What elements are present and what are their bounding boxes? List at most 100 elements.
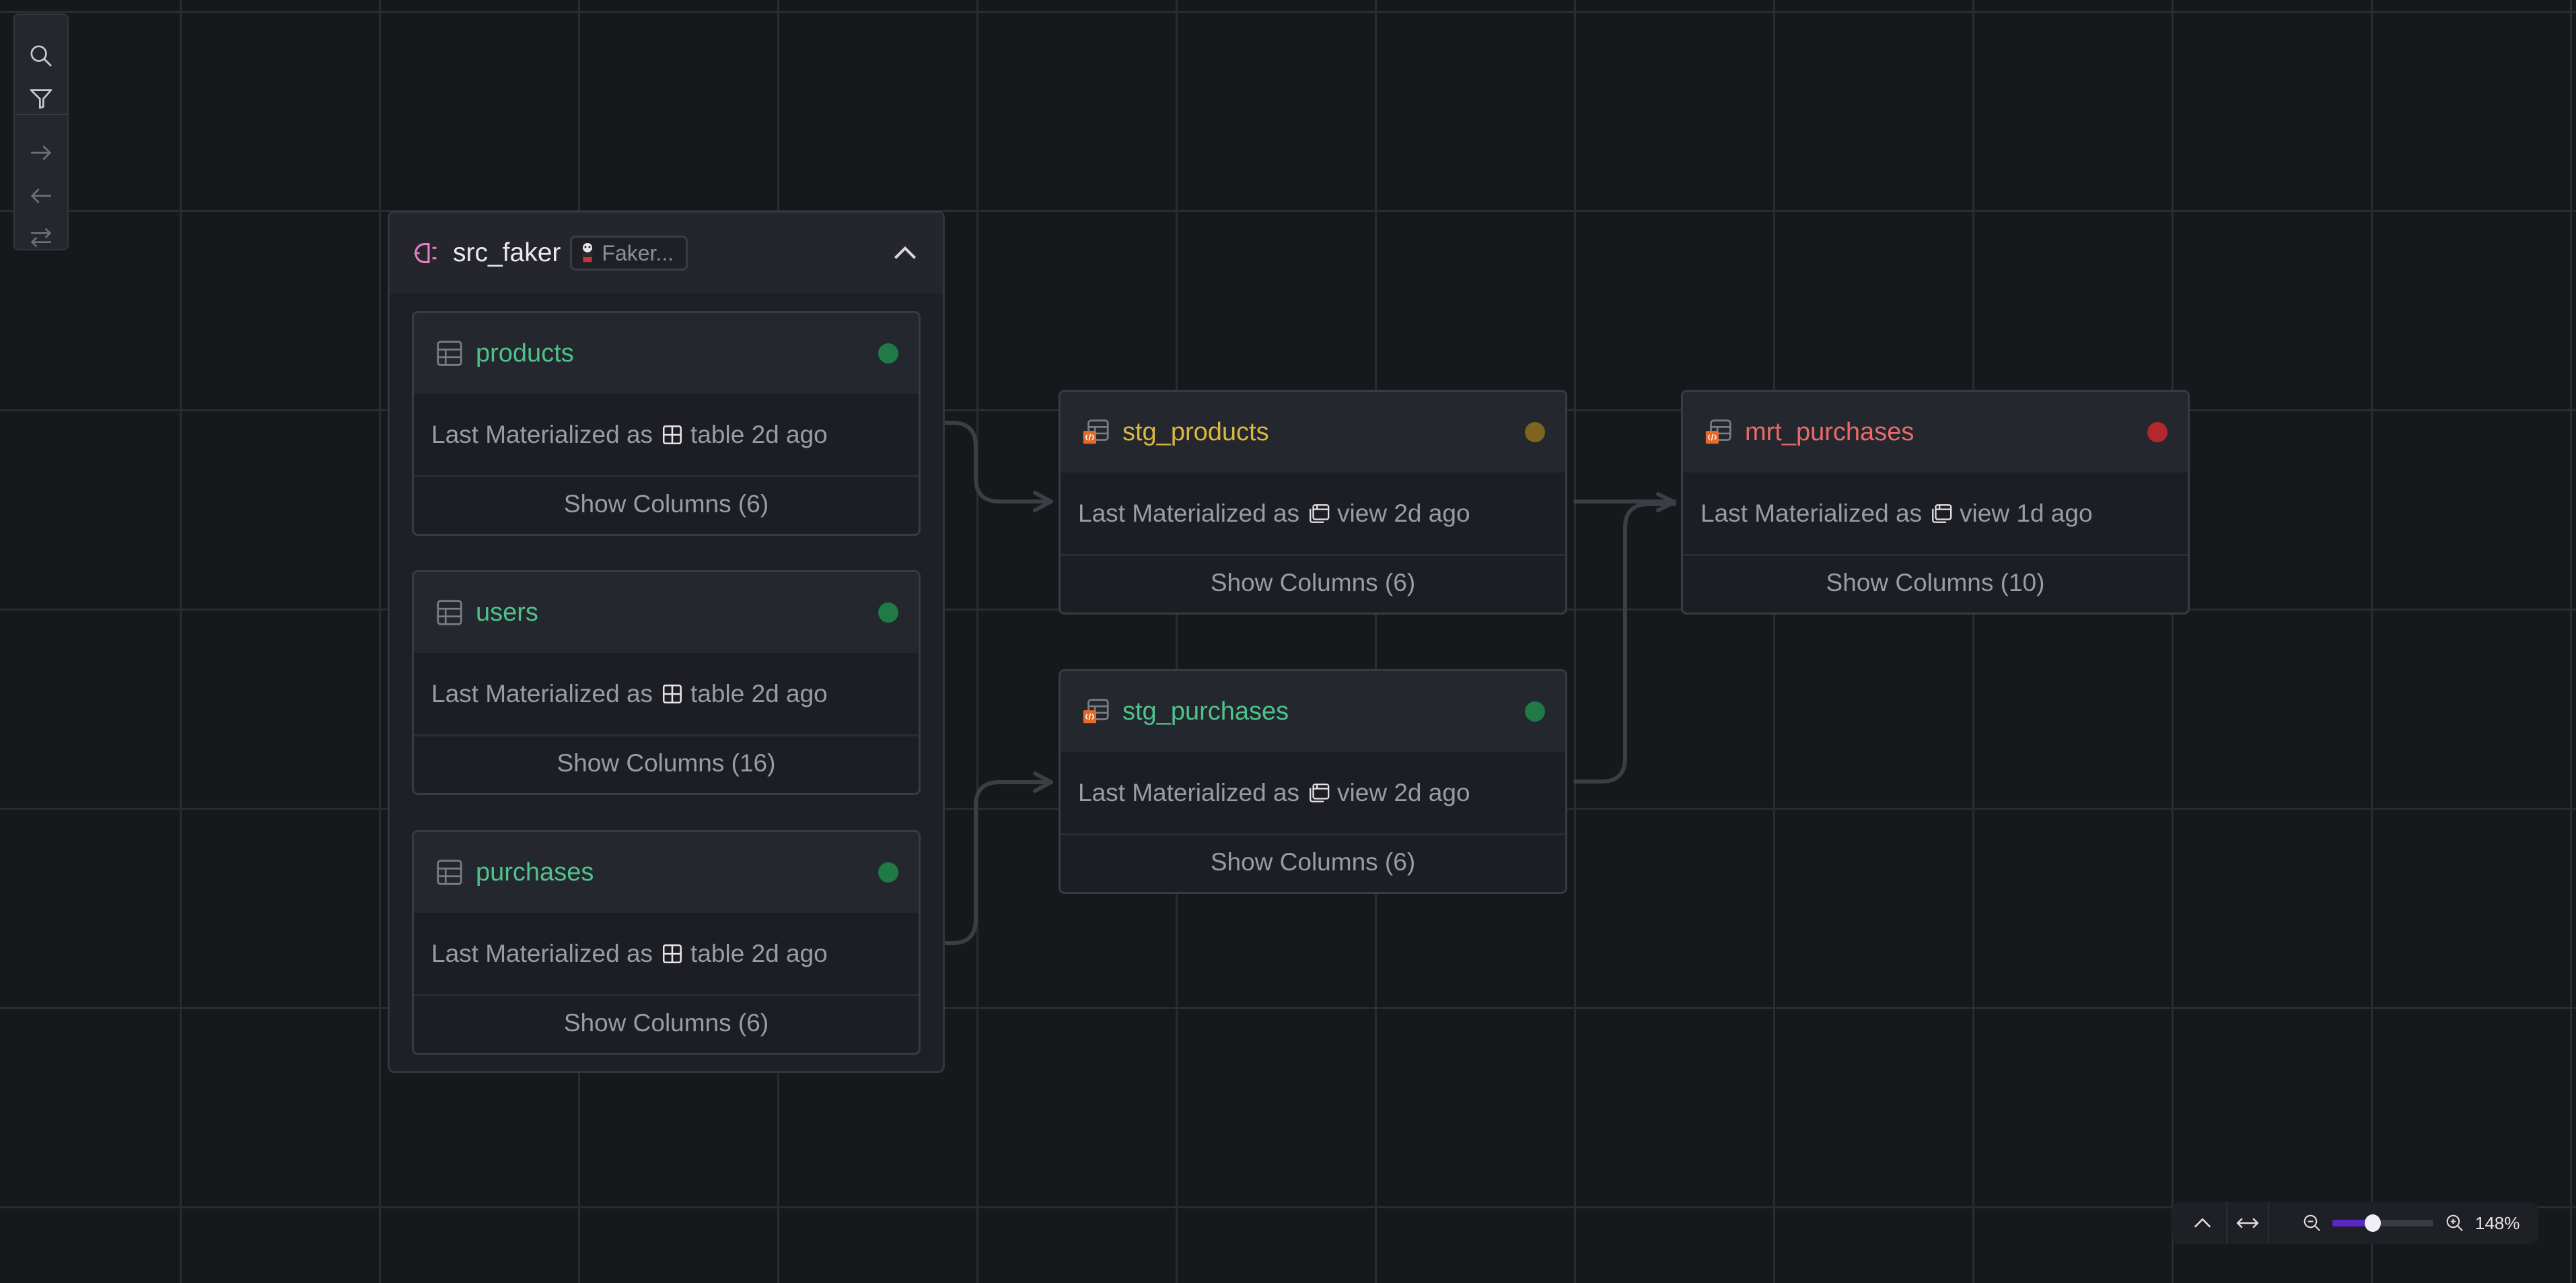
- table-icon: [434, 597, 465, 628]
- materialization-time: 2d ago: [751, 679, 828, 707]
- collapse-all-button[interactable]: [2179, 1202, 2226, 1244]
- node-title: purchases: [476, 858, 594, 887]
- node-title: stg_purchases: [1122, 697, 1289, 726]
- magic-hat-icon: [582, 243, 594, 263]
- node-header[interactable]: users: [414, 572, 919, 653]
- node-products[interactable]: products Last Materialized as table 2d a…: [412, 311, 921, 536]
- table-grid-icon: [663, 684, 682, 703]
- materialization-info: Last Materialized as table 2d ago: [414, 394, 919, 477]
- status-indicator-success: [878, 343, 898, 363]
- table-grid-icon: [661, 683, 684, 705]
- materialization-type: table: [690, 420, 745, 448]
- show-columns-label: Show Columns (10): [1826, 569, 2045, 596]
- status-indicator-success: [878, 862, 898, 882]
- model-icon: [1703, 417, 1734, 448]
- show-columns-label: Show Columns (6): [1210, 569, 1416, 596]
- node-header[interactable]: products: [414, 313, 919, 394]
- zoom-level-label: 148%: [2475, 1213, 2520, 1233]
- node-header[interactable]: stg_purchases: [1061, 671, 1565, 752]
- status-indicator-error: [2147, 422, 2168, 442]
- chevron-up-icon: [894, 246, 917, 259]
- canvas-controls: 148%: [2172, 1202, 2538, 1244]
- node-header[interactable]: purchases: [414, 832, 919, 913]
- materialization-time: 1d ago: [2016, 499, 2093, 527]
- node-title: mrt_purchases: [1745, 417, 1915, 446]
- arrow-left-icon: [30, 188, 51, 203]
- show-columns-button[interactable]: Show Columns (6): [414, 994, 919, 1053]
- view-window-icon: [1310, 783, 1330, 802]
- view-window-icon: [1308, 502, 1330, 525]
- node-stg_products[interactable]: stg_products Last Materialized as view 2…: [1059, 390, 1567, 615]
- table-icon: [434, 857, 465, 888]
- node-header[interactable]: mrt_purchases: [1683, 392, 2188, 473]
- source-type-label: Faker...: [602, 240, 674, 265]
- materialization-type: table: [690, 939, 745, 967]
- source-connector-icon: [414, 243, 437, 263]
- status-indicator-success: [878, 602, 898, 623]
- materialization-type: table: [690, 679, 745, 707]
- show-columns-label: Show Columns (16): [557, 749, 776, 777]
- materialization-prefix: Last Materialized as: [1701, 499, 1923, 527]
- zoom-slider-thumb[interactable]: [2365, 1214, 2381, 1232]
- materialization-info: Last Materialized as view 2d ago: [1061, 752, 1565, 835]
- materialization-type: view: [1337, 778, 1388, 806]
- materialization-prefix: Last Materialized as: [1078, 499, 1300, 527]
- collapse-group-button[interactable]: [886, 234, 924, 272]
- expand-both-button[interactable]: [15, 217, 67, 258]
- toolbar-divider: [15, 114, 67, 115]
- show-columns-button[interactable]: Show Columns (16): [414, 734, 919, 793]
- show-columns-label: Show Columns (6): [1210, 848, 1416, 876]
- materialization-info: Last Materialized as view 2d ago: [1061, 473, 1565, 556]
- zoom-in-button[interactable]: [2440, 1202, 2470, 1244]
- node-purchases[interactable]: purchases Last Materialized as table 2d …: [412, 830, 921, 1055]
- table-grid-icon: [661, 942, 684, 965]
- fit-width-icon: [2236, 1218, 2259, 1228]
- expand-downstream-button[interactable]: [15, 132, 67, 174]
- filter-icon: [30, 89, 52, 109]
- model-icon: [1081, 417, 1112, 448]
- materialization-prefix: Last Materialized as: [431, 420, 653, 448]
- materialization-type: view: [1337, 499, 1388, 527]
- model-icon: [1081, 696, 1112, 727]
- status-indicator-success: [1525, 701, 1545, 722]
- node-header[interactable]: stg_products: [1061, 392, 1565, 473]
- node-title: products: [476, 339, 574, 368]
- show-columns-label: Show Columns (6): [563, 490, 769, 518]
- zoom-out-button[interactable]: [2297, 1202, 2327, 1244]
- search-button[interactable]: [15, 35, 67, 77]
- arrows-exchange-icon: [30, 228, 52, 248]
- fit-view-button[interactable]: [2227, 1202, 2268, 1244]
- materialization-time: 2d ago: [751, 420, 828, 448]
- status-indicator-warning: [1525, 422, 1545, 442]
- materialization-type: view: [1960, 499, 2010, 527]
- zoom-slider[interactable]: [2332, 1214, 2433, 1232]
- controls-divider: [2268, 1202, 2269, 1244]
- zoom-out-icon: [2303, 1214, 2321, 1232]
- chevron-up-icon: [2194, 1218, 2211, 1228]
- expand-upstream-button[interactable]: [15, 175, 67, 217]
- show-columns-button[interactable]: Show Columns (10): [1683, 553, 2188, 613]
- show-columns-button[interactable]: Show Columns (6): [414, 475, 919, 534]
- zoom-in-icon: [2446, 1214, 2464, 1232]
- view-window-icon: [1932, 504, 1952, 523]
- node-mrt_purchases[interactable]: mrt_purchases Last Materialized as view …: [1681, 390, 2190, 615]
- materialization-time: 2d ago: [1394, 499, 1470, 527]
- search-icon: [30, 45, 52, 67]
- table-grid-icon: [663, 944, 682, 963]
- node-users[interactable]: users Last Materialized as table 2d ago …: [412, 570, 921, 795]
- materialization-time: 2d ago: [1394, 778, 1470, 806]
- table-icon: [437, 600, 462, 625]
- lineage-toolbar: [13, 13, 69, 250]
- node-stg_purchases[interactable]: stg_purchases Last Materialized as view …: [1059, 669, 1567, 894]
- materialization-prefix: Last Materialized as: [431, 679, 653, 707]
- show-columns-button[interactable]: Show Columns (6): [1061, 833, 1565, 892]
- group-header[interactable]: src_faker Faker...: [390, 213, 943, 293]
- table-icon: [437, 860, 462, 885]
- node-title: users: [476, 598, 538, 627]
- source-type-badge[interactable]: Faker...: [570, 236, 688, 271]
- lineage-canvas[interactable]: [0, 0, 2576, 1283]
- table-icon: [437, 341, 462, 366]
- model-icon: [1705, 419, 1731, 444]
- materialization-prefix: Last Materialized as: [431, 939, 653, 967]
- show-columns-button[interactable]: Show Columns (6): [1061, 553, 1565, 613]
